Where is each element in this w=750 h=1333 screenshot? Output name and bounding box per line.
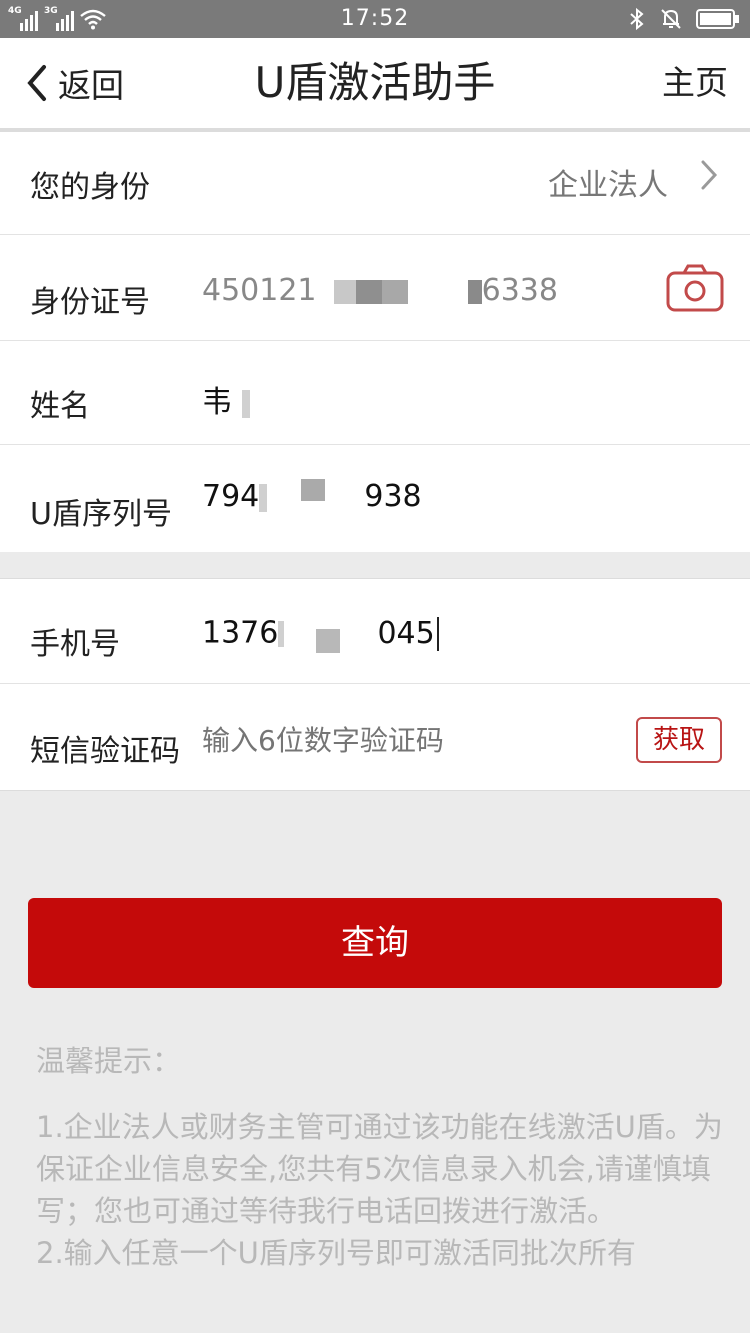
redaction-block [241, 389, 250, 418]
phone-row: 手机号 1376 045 [0, 579, 750, 684]
phone-field[interactable]: 1376 045 [202, 615, 439, 653]
tips-section: 温馨提示： 1.企业法人或财务主管可通过该功能在线激活U盾。为保证企业信息安全,… [36, 1040, 726, 1274]
name-row: 姓名 韦 [0, 341, 750, 445]
phone-suffix: 045 [377, 615, 435, 651]
bluetooth-icon [630, 7, 644, 31]
serial-field[interactable]: 794 938 [202, 478, 422, 514]
phone-section: 手机号 1376 045 短信验证码 获取 [0, 578, 750, 791]
redaction-block [356, 279, 383, 304]
tips-item: 2.输入任意一个U盾序列号即可激活同批次所有 [36, 1236, 636, 1270]
camera-icon[interactable] [666, 263, 724, 313]
text-cursor [436, 617, 439, 651]
id-number-prefix: 450121 [202, 273, 317, 308]
query-button[interactable]: 查询 [28, 898, 722, 988]
phone-prefix: 1376 [202, 615, 279, 651]
serial-suffix: 938 [364, 479, 422, 514]
redaction-block [315, 629, 340, 653]
redaction-block [334, 279, 357, 304]
identity-row[interactable]: 您的身份 企业法人 [0, 132, 750, 235]
chevron-left-icon [27, 65, 46, 101]
back-button[interactable]: 返回 [24, 60, 124, 106]
serial-row: U盾序列号 794 938 [0, 445, 750, 551]
status-bar: 4G 3G 17:52 [0, 0, 750, 38]
sms-label: 短信验证码 [30, 734, 180, 769]
chevron-right-icon [701, 160, 718, 190]
identity-section: 您的身份 企业法人 身份证号 450121 6338 姓名 韦 U盾序列号 79… [0, 132, 750, 552]
status-right [628, 6, 740, 32]
id-number-field[interactable]: 450121 6338 [202, 273, 558, 308]
name-value: 韦 [202, 385, 232, 420]
serial-prefix: 794 [202, 479, 260, 514]
identity-label: 您的身份 [30, 170, 150, 205]
redaction-block [382, 279, 409, 304]
identity-value: 企业法人 [548, 168, 668, 203]
sms-row: 短信验证码 获取 [0, 684, 750, 789]
id-number-label: 身份证号 [30, 285, 150, 320]
nav-bar: 返回 U盾激活助手 主页 [0, 38, 750, 128]
redaction-block [259, 483, 268, 512]
redaction-block [300, 478, 325, 501]
battery-icon [696, 9, 739, 29]
sms-code-input[interactable] [202, 720, 622, 760]
back-label: 返回 [58, 66, 124, 105]
home-button[interactable]: 主页 [662, 60, 728, 106]
bell-off-icon [661, 9, 681, 29]
redaction-block [467, 279, 482, 304]
name-field[interactable]: 韦 [202, 377, 250, 421]
redaction-block [278, 621, 285, 647]
id-number-row: 身份证号 450121 6338 [0, 235, 750, 341]
tips-item: 1.企业法人或财务主管可通过该功能在线激活U盾。为保证企业信息安全,您共有5次信… [36, 1110, 723, 1228]
serial-label: U盾序列号 [30, 497, 172, 532]
id-number-suffix: 6338 [481, 273, 558, 308]
name-label: 姓名 [30, 389, 90, 424]
tips-title: 温馨提示： [36, 1044, 182, 1078]
phone-label: 手机号 [30, 627, 120, 662]
fetch-code-button[interactable]: 获取 [636, 717, 722, 763]
